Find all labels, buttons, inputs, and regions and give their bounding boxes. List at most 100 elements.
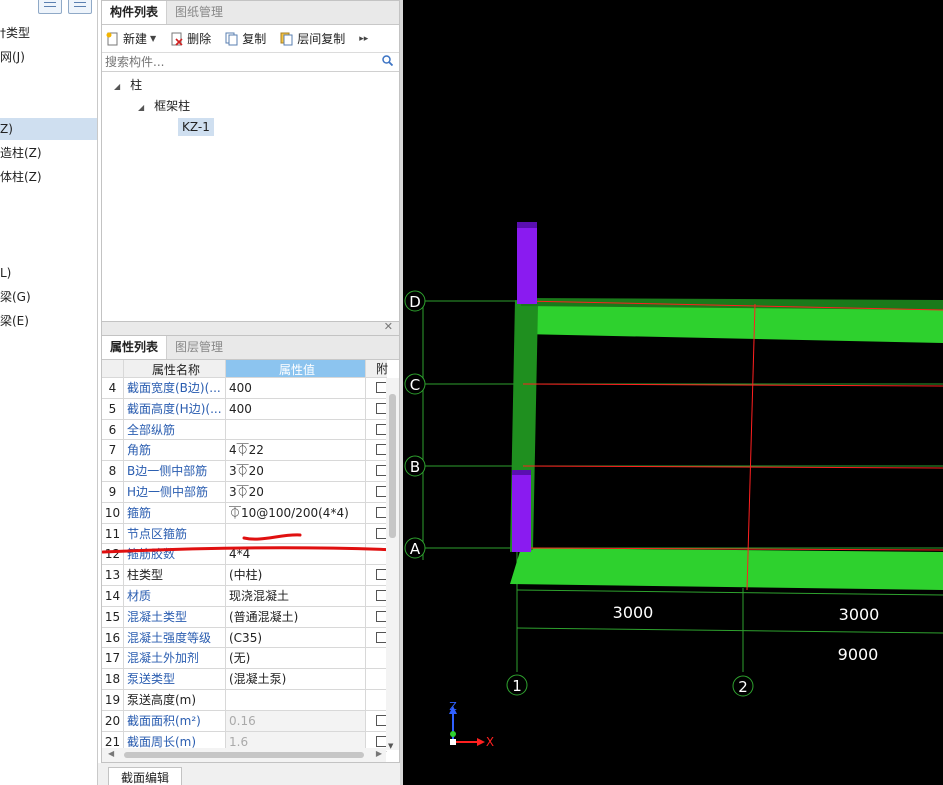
header-attach[interactable]: 附 <box>366 360 388 377</box>
tree-item-beam[interactable]: L) <box>0 262 97 284</box>
tab-drawing-manage[interactable]: 图纸管理 <box>167 1 231 24</box>
property-value[interactable] <box>226 419 366 440</box>
red-annotation-mark <box>102 533 399 554</box>
property-row[interactable]: 6 全部纵筋 <box>102 419 387 441</box>
property-value[interactable]: 400 <box>226 398 366 419</box>
axis-bubble-d[interactable]: D <box>404 290 426 312</box>
delete-label: 删除 <box>187 32 212 46</box>
collapse-triangle-icon[interactable]: ◢ <box>138 97 144 119</box>
property-value[interactable]: 现浇混凝土 <box>226 585 366 606</box>
toolbar-more-button[interactable]: ▸▸ <box>359 34 368 44</box>
header-property-name[interactable]: 属性名称 <box>124 360 226 377</box>
tree-node-column-root[interactable]: ◢ 柱 <box>114 74 142 96</box>
property-value[interactable]: 3⏁20 <box>226 461 366 481</box>
tree-item-lintel[interactable]: 梁(E) <box>0 310 97 332</box>
column-a1-top <box>512 470 531 475</box>
property-value[interactable]: (普通混凝土) <box>226 606 366 627</box>
property-row[interactable]: 20 截面面积(m²) 0.16 <box>102 710 387 732</box>
row-number: 20 <box>102 710 124 731</box>
property-row[interactable]: 10 箍筋 ⏁10@100/200(4*4) <box>102 502 387 524</box>
scroll-down-icon[interactable]: ▼ <box>388 742 393 750</box>
tree-view-button[interactable] <box>38 0 62 14</box>
property-value[interactable]: (混凝土泵) <box>226 669 366 689</box>
property-value[interactable]: (中柱) <box>226 565 366 585</box>
property-row[interactable]: 15 混凝土类型 (普通混凝土) <box>102 606 387 628</box>
property-row[interactable]: 8 B边一侧中部筋 3⏁20 <box>102 461 387 482</box>
tab-layer-manage[interactable]: 图层管理 <box>167 336 231 359</box>
tree-item-masonry-column[interactable]: 体柱(Z) <box>0 166 97 188</box>
copy-button[interactable]: 复制 <box>225 30 266 47</box>
tree-item-grid[interactable]: 网(J) <box>0 46 97 68</box>
axis-bubble-a[interactable]: A <box>404 537 426 559</box>
scroll-thumb[interactable] <box>124 752 364 758</box>
scroll-left-icon[interactable]: ◀ <box>108 749 114 758</box>
tree-item-column[interactable]: Z) <box>0 118 97 140</box>
panel-splitter[interactable]: ✕ <box>101 320 400 335</box>
floor-copy-label: 层间复制 <box>297 32 346 46</box>
column-a1[interactable] <box>512 470 531 552</box>
scroll-right-icon[interactable]: ▶ <box>376 749 382 758</box>
property-value[interactable]: (无) <box>226 648 366 669</box>
property-name: 截面宽度(B边)(... <box>124 378 226 398</box>
axis-bubble-1[interactable]: 1 <box>506 674 528 696</box>
drawing-viewport[interactable]: 3000 3000 9000 D C B A 1 2 Z X <box>403 0 943 785</box>
property-row[interactable]: 16 混凝土强度等级 (C35) <box>102 627 387 649</box>
property-row[interactable]: 7 角筋 4⏁22 <box>102 440 387 462</box>
row-number: 9 <box>102 481 124 502</box>
tree-item-constructional-column[interactable]: 造柱(Z) <box>0 142 97 164</box>
property-row[interactable]: 14 材质 现浇混凝土 <box>102 585 387 607</box>
close-icon[interactable]: ✕ <box>384 320 393 333</box>
property-row[interactable]: 17 混凝土外加剂 (无) <box>102 648 387 670</box>
column-d1[interactable] <box>517 222 537 304</box>
tab-component-list[interactable]: 构件列表 <box>102 1 168 24</box>
dimension-total: 9000 <box>838 645 879 664</box>
tree-node-frame-column[interactable]: ◢ 框架柱 <box>138 95 190 117</box>
new-button[interactable]: 新建 ▼ <box>106 30 156 47</box>
property-horizontal-scrollbar[interactable]: ◀ ▶ <box>102 748 386 762</box>
property-value[interactable]: ⏁10@100/200(4*4) <box>226 502 366 523</box>
property-row[interactable]: 4 截面宽度(B边)(... 400 <box>102 378 387 399</box>
property-row[interactable]: 19 泵送高度(m) <box>102 689 387 711</box>
new-file-icon <box>106 32 120 46</box>
component-list-panel: 构件列表 图纸管理 新建 ▼ 删除 复制 层间复制 ▸▸ 搜索构件... ◢ 柱… <box>101 0 400 322</box>
attach-cell <box>366 628 387 648</box>
floor-copy-button[interactable]: 层间复制 <box>280 30 345 47</box>
tree-item-type[interactable]: †类型 <box>0 22 97 44</box>
property-row[interactable]: 18 泵送类型 (混凝土泵) <box>102 669 387 690</box>
property-value[interactable] <box>226 689 366 710</box>
copy-icon <box>225 32 239 46</box>
property-value[interactable]: 0.16 <box>226 710 366 731</box>
tab-property-list[interactable]: 属性列表 <box>102 336 168 359</box>
tree-node-label: 框架柱 <box>154 99 191 113</box>
tree-node-kz1[interactable]: KZ-1 <box>178 116 214 138</box>
axis-bubble-2[interactable]: 2 <box>732 675 754 697</box>
property-name: 箍筋 <box>124 502 226 523</box>
dim-line-lower <box>516 627 943 634</box>
header-property-value[interactable]: 属性值 <box>226 360 366 377</box>
z-axis-label: Z <box>449 700 457 713</box>
tree-item-label: 体柱(Z) <box>0 170 42 184</box>
tree-item-label: 造柱(Z) <box>0 146 42 160</box>
collapse-triangle-icon[interactable]: ◢ <box>114 76 120 98</box>
property-row[interactable]: 9 H边一侧中部筋 3⏁20 <box>102 481 387 503</box>
drawing-canvas[interactable]: 3000 3000 9000 D C B A 1 2 Z X <box>403 0 943 785</box>
property-vertical-scrollbar[interactable]: ▼ <box>386 378 399 750</box>
property-value[interactable]: (C35) <box>226 627 366 648</box>
property-row[interactable]: 13 柱类型 (中柱) <box>102 565 387 586</box>
property-row[interactable]: 5 截面高度(H边)(... 400 <box>102 398 387 420</box>
axis-bubble-c[interactable]: C <box>404 373 426 395</box>
property-value[interactable]: 400 <box>226 378 366 398</box>
component-search-input[interactable] <box>102 53 372 71</box>
property-value[interactable]: 3⏁20 <box>226 481 366 502</box>
floor-copy-icon <box>280 32 294 46</box>
property-value[interactable]: 4⏁22 <box>226 440 366 461</box>
tab-section-edit[interactable]: 截面编辑 <box>108 767 183 785</box>
search-icon[interactable] <box>382 55 394 69</box>
beam-a[interactable] <box>510 548 943 590</box>
scroll-thumb[interactable] <box>389 394 396 538</box>
tree-item-ring-beam[interactable]: 梁(G) <box>0 286 97 308</box>
row-number: 5 <box>102 398 124 419</box>
list-view-button[interactable] <box>68 0 92 14</box>
delete-button[interactable]: 删除 <box>170 30 211 47</box>
axis-bubble-b[interactable]: B <box>404 455 426 477</box>
